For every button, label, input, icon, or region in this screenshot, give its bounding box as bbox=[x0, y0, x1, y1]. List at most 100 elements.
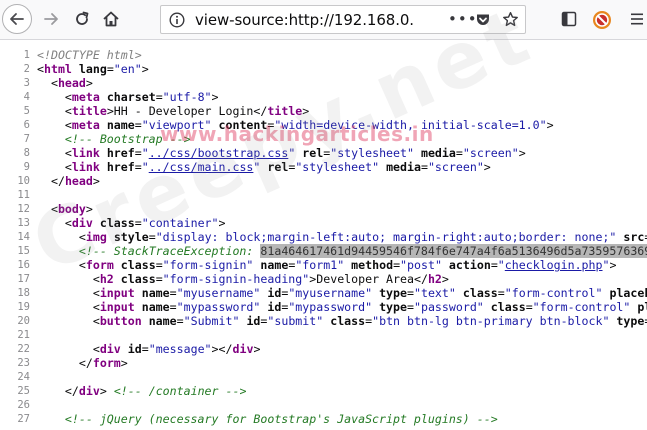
code-token: "utf-8" bbox=[162, 90, 212, 104]
code-token: name bbox=[260, 258, 289, 272]
source-code: <input name="mypassword" id="mypassword"… bbox=[37, 300, 647, 314]
code-token: > bbox=[99, 384, 114, 398]
source-link[interactable]: checklogin.php bbox=[505, 258, 603, 272]
library-icon[interactable] bbox=[561, 11, 577, 27]
code-token: id bbox=[127, 342, 142, 356]
code-token: action bbox=[448, 258, 491, 272]
code-token: link bbox=[71, 160, 100, 174]
line-number: 27 bbox=[17, 413, 30, 425]
source-line: 22 <div id="message"></div> bbox=[0, 342, 647, 356]
code-token: = bbox=[407, 286, 414, 300]
code-token: < bbox=[50, 76, 58, 90]
reload-button[interactable] bbox=[67, 4, 97, 34]
line-number: 11 bbox=[17, 189, 30, 201]
code-token: < bbox=[64, 118, 72, 132]
line-number: 8 bbox=[23, 147, 30, 159]
code-token: lang bbox=[78, 62, 107, 76]
code-token: class bbox=[462, 286, 498, 300]
line-number: 21 bbox=[17, 329, 30, 341]
source-line: 17 <h2 class="form-signin-heading">Devel… bbox=[0, 272, 647, 286]
line-number: 4 bbox=[23, 91, 30, 103]
code-token: placeh bbox=[637, 300, 647, 314]
code-token: <!-- jQuery (necessary for Bootstrap's J… bbox=[64, 412, 498, 426]
menu-icon[interactable] bbox=[630, 12, 644, 26]
code-token: <!-- /container --> bbox=[113, 384, 247, 398]
code-token: h2 bbox=[427, 272, 442, 286]
code-token: title bbox=[71, 104, 107, 118]
code-token: type bbox=[379, 286, 407, 300]
code-token: "Submit" bbox=[183, 314, 240, 328]
source-line: 21 bbox=[0, 328, 647, 342]
line-number: 19 bbox=[17, 301, 30, 313]
source-code: <head> bbox=[37, 76, 93, 90]
source-code: <!DOCTYPE html> bbox=[37, 48, 142, 62]
back-button[interactable] bbox=[2, 4, 32, 34]
code-token: id bbox=[246, 314, 261, 328]
code-token: "form-signin" bbox=[162, 258, 254, 272]
line-number: 18 bbox=[17, 287, 30, 299]
forward-arrow-icon bbox=[44, 13, 58, 25]
line-number: 20 bbox=[17, 315, 30, 327]
forward-button[interactable] bbox=[36, 4, 66, 34]
code-token: placeholde bbox=[609, 286, 647, 300]
home-button[interactable] bbox=[96, 4, 126, 34]
source-code: <meta charset="utf-8"> bbox=[37, 90, 219, 104]
code-token: > bbox=[483, 160, 491, 174]
code-token: <!DOCTYPE html> bbox=[37, 48, 142, 62]
line-number: 23 bbox=[17, 357, 30, 369]
code-token: > bbox=[546, 118, 554, 132]
line-number: 15 bbox=[17, 245, 30, 257]
code-token: > bbox=[141, 62, 149, 76]
extension-icon[interactable] bbox=[592, 10, 612, 30]
info-icon[interactable] bbox=[169, 12, 185, 28]
code-token: </ bbox=[64, 384, 79, 398]
home-icon bbox=[103, 11, 119, 27]
line-number: 9 bbox=[23, 161, 30, 173]
source-code: </form> bbox=[37, 356, 128, 370]
source-code: <h2 class="form-signin-heading">Develope… bbox=[37, 272, 449, 286]
code-token: meta bbox=[71, 90, 100, 104]
code-token: div bbox=[232, 342, 254, 356]
code-token: > bbox=[518, 146, 526, 160]
code-token: media bbox=[386, 160, 421, 174]
line-number: 1 bbox=[23, 49, 30, 61]
line-number: 5 bbox=[23, 105, 30, 117]
code-token: = bbox=[155, 258, 163, 272]
code-token: > bbox=[253, 342, 261, 356]
source-line: 27 <!-- jQuery (necessary for Bootstrap'… bbox=[0, 412, 647, 426]
code-token: = bbox=[155, 90, 163, 104]
code-token: "form-control" bbox=[532, 300, 631, 314]
code-token: "screen" bbox=[427, 160, 484, 174]
line-number: 17 bbox=[17, 273, 30, 285]
code-token: meta bbox=[71, 118, 100, 132]
code-token: 81a464617461d94459546f784f6e747a4f6a5136… bbox=[260, 244, 647, 258]
code-token: head bbox=[57, 76, 86, 90]
code-token: "mypassword" bbox=[288, 300, 373, 314]
code-token: "btn btn-lg btn-primary btn-block" bbox=[372, 314, 610, 328]
code-token: class bbox=[120, 258, 156, 272]
code-token: "display: block;margin-left:auto; margin… bbox=[155, 230, 617, 244]
code-token: "form1" bbox=[295, 258, 345, 272]
code-token: charset bbox=[106, 90, 156, 104]
code-token: type bbox=[379, 300, 407, 314]
url-text[interactable]: view-source:http://192.168.0.7/nt000 bbox=[195, 11, 415, 29]
code-token: </ bbox=[78, 356, 93, 370]
code-token: = bbox=[155, 272, 163, 286]
